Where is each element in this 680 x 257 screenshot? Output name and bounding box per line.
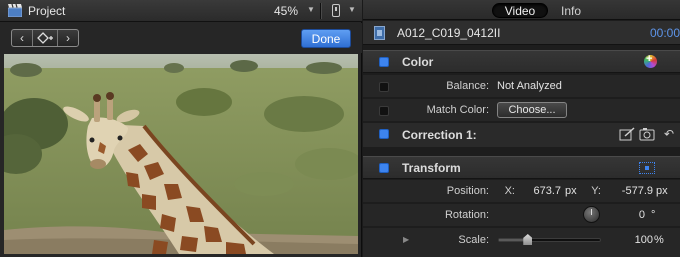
position-y-unit: px	[656, 185, 668, 197]
position-x-value[interactable]: 673.7	[531, 185, 561, 197]
position-x-unit: px	[565, 185, 577, 197]
rotation-unit: °	[651, 209, 656, 221]
position-label: Position:	[446, 185, 489, 197]
clip-header: A012_C019_0412II 00:00	[363, 21, 680, 45]
giraffe-video-frame	[4, 54, 358, 254]
transform-nav-group: ‹ ›	[11, 29, 79, 47]
next-keyframe-button[interactable]: ›	[58, 30, 78, 46]
keyword-marker-icon	[37, 32, 53, 44]
reset-icon[interactable]: ↶	[664, 127, 674, 141]
color-board-icon[interactable]	[644, 53, 657, 68]
balance-enable-checkbox[interactable]	[379, 82, 389, 92]
match-color-row: Match Color: Choose...	[363, 99, 680, 121]
view-options-icon[interactable]	[332, 4, 340, 17]
position-y-value[interactable]: -577.9	[613, 185, 653, 197]
rotation-value[interactable]: 0	[631, 209, 645, 221]
scale-unit: %	[654, 234, 664, 246]
scale-label: Scale:	[458, 234, 489, 246]
add-keyframe-button[interactable]	[32, 30, 58, 46]
tab-info[interactable]: Info	[556, 3, 586, 18]
previous-keyframe-button[interactable]: ‹	[12, 30, 32, 46]
video-canvas[interactable]	[4, 54, 358, 254]
project-title: Project	[28, 4, 66, 18]
position-x-label: X:	[504, 185, 515, 197]
clapperboard-icon	[8, 4, 22, 17]
color-section-header: Color	[363, 50, 680, 73]
chevron-down-icon[interactable]: ▼	[348, 5, 356, 14]
scale-slider-knob[interactable]	[523, 234, 533, 245]
tab-video[interactable]: Video	[492, 3, 548, 18]
scale-value[interactable]: 100	[631, 234, 653, 246]
clip-timecode: 00:00	[650, 26, 680, 40]
transform-section-title: Transform	[402, 161, 461, 175]
done-button[interactable]: Done	[301, 29, 351, 48]
camera-icon[interactable]	[639, 127, 655, 144]
color-enable-checkbox[interactable]	[379, 57, 389, 67]
balance-value: Not Analyzed	[497, 80, 562, 92]
viewer-pane: Project 45% ▼ ▼ ‹ › Done	[0, 0, 362, 257]
correction-title: Correction 1:	[402, 128, 477, 142]
viewer-title-bar: Project 45% ▼ ▼	[0, 0, 362, 22]
zoom-level-menu[interactable]: 45%	[274, 4, 298, 18]
color-section-title: Color	[402, 55, 434, 69]
scale-row: ▶ Scale: 100 %	[363, 228, 680, 257]
color-board-edit-icon[interactable]	[619, 127, 635, 144]
inspector-tab-bar: Video Info	[363, 0, 680, 20]
rotation-label: Rotation:	[444, 209, 489, 221]
scale-slider[interactable]	[498, 234, 601, 245]
transform-section-header: Transform	[363, 156, 680, 179]
transform-enable-checkbox[interactable]	[379, 163, 389, 173]
match-color-enable-checkbox[interactable]	[379, 106, 389, 116]
chevron-right-icon: ›	[66, 31, 70, 45]
toolbar-divider	[320, 3, 321, 19]
balance-label: Balance:	[446, 80, 489, 92]
match-color-label: Match Color:	[426, 104, 489, 116]
correction-row: Correction 1: ↶	[363, 123, 680, 147]
chevron-down-icon[interactable]: ▼	[307, 5, 315, 14]
rotation-row: Rotation: 0 °	[363, 204, 680, 226]
inspector-pane: Video Info A012_C019_0412II 00:00 Color …	[363, 0, 680, 257]
scale-slider-fill	[499, 239, 528, 241]
choose-button[interactable]: Choose...	[497, 102, 567, 118]
correction-enable-checkbox[interactable]	[379, 129, 389, 139]
viewer-toolbar: ‹ › Done	[0, 23, 362, 53]
balance-row: Balance: Not Analyzed	[363, 75, 680, 97]
film-clip-icon	[374, 26, 385, 40]
position-y-label: Y:	[591, 185, 601, 197]
clip-name: A012_C019_0412II	[397, 26, 501, 40]
chevron-left-icon: ‹	[20, 31, 24, 45]
disclosure-triangle-icon[interactable]: ▶	[403, 235, 409, 244]
transform-onscreen-icon[interactable]	[639, 162, 655, 174]
rotation-dial[interactable]	[583, 206, 600, 223]
position-row: Position: X: 673.7 px Y: -577.9 px	[363, 180, 680, 202]
